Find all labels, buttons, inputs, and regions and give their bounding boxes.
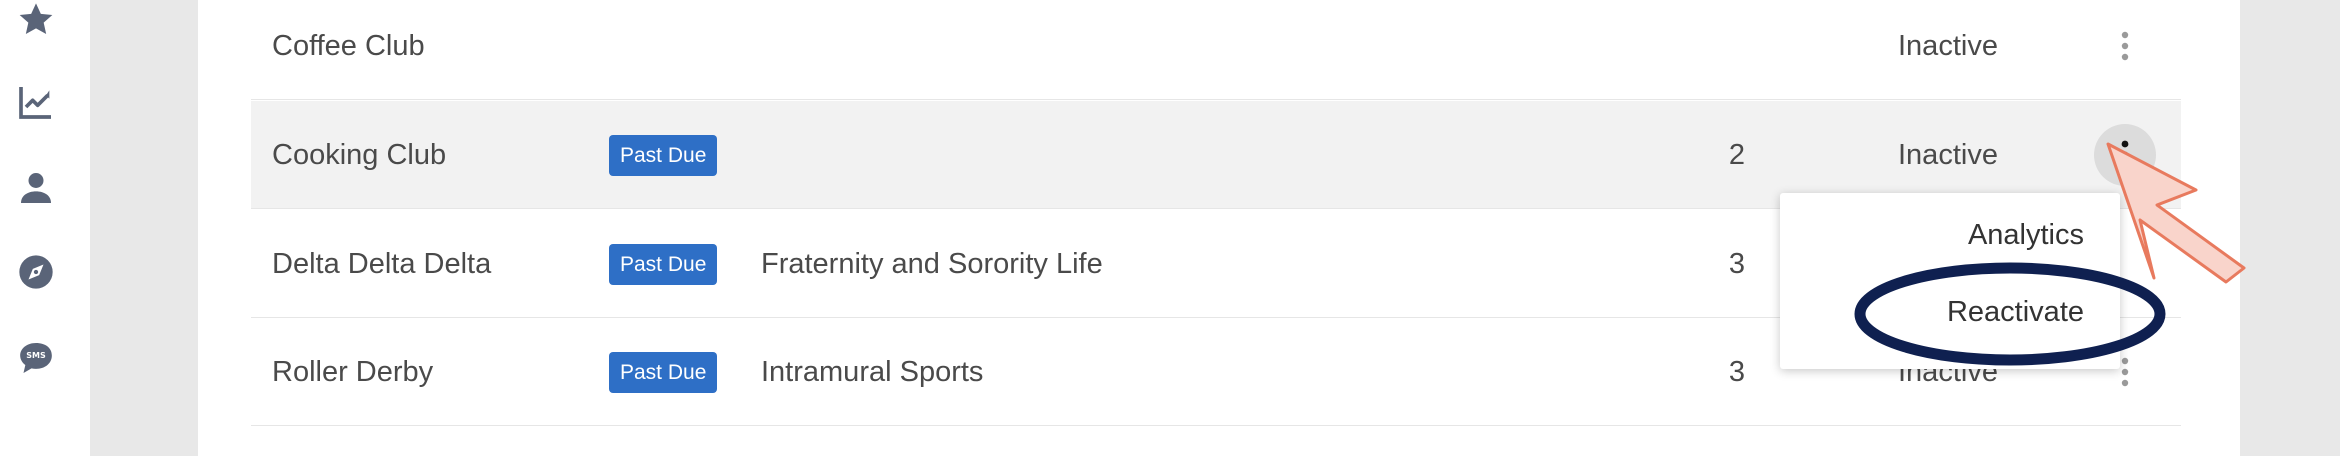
row-actions-menu: Analytics Reactivate (1780, 193, 2120, 369)
more-vert-icon (2121, 31, 2129, 61)
past-due-badge: Past Due (609, 134, 718, 176)
status-badge: Past Due (609, 210, 718, 318)
more-vert-icon (2121, 357, 2129, 387)
sidebar: SMS (0, 0, 90, 456)
row-name: Roller Derby (272, 355, 434, 388)
star-icon[interactable] (16, 0, 56, 40)
row-menu-button[interactable] (2094, 0, 2156, 100)
table-row[interactable]: Coffee Club Inactive (251, 0, 2181, 100)
row-status: Inactive (1898, 29, 1998, 62)
content-gutter (90, 0, 198, 456)
row-count: 3 (1728, 355, 1746, 388)
row-count: 2 (1728, 138, 1746, 171)
compass-icon[interactable] (16, 252, 56, 292)
more-vert-icon (2121, 140, 2129, 170)
row-name: Delta Delta Delta (272, 247, 492, 280)
sms-label: SMS (26, 351, 46, 360)
sms-bubble-icon[interactable]: SMS (16, 338, 56, 378)
trending-chart-icon[interactable] (16, 82, 56, 122)
row-category: Fraternity and Sorority Life (761, 247, 1103, 280)
menu-item-reactivate[interactable]: Reactivate (1947, 282, 2084, 342)
row-name: Coffee Club (272, 29, 425, 62)
status-badge: Past Due (609, 101, 718, 209)
row-count: 3 (1728, 247, 1746, 280)
row-category: Intramural Sports (761, 355, 984, 388)
past-due-badge: Past Due (609, 351, 718, 393)
status-badge: Past Due (609, 318, 718, 426)
person-icon[interactable] (16, 168, 56, 208)
row-name: Cooking Club (272, 138, 447, 171)
right-gutter (2240, 0, 2340, 456)
menu-item-analytics[interactable]: Analytics (1968, 205, 2084, 265)
past-due-badge: Past Due (609, 243, 718, 285)
